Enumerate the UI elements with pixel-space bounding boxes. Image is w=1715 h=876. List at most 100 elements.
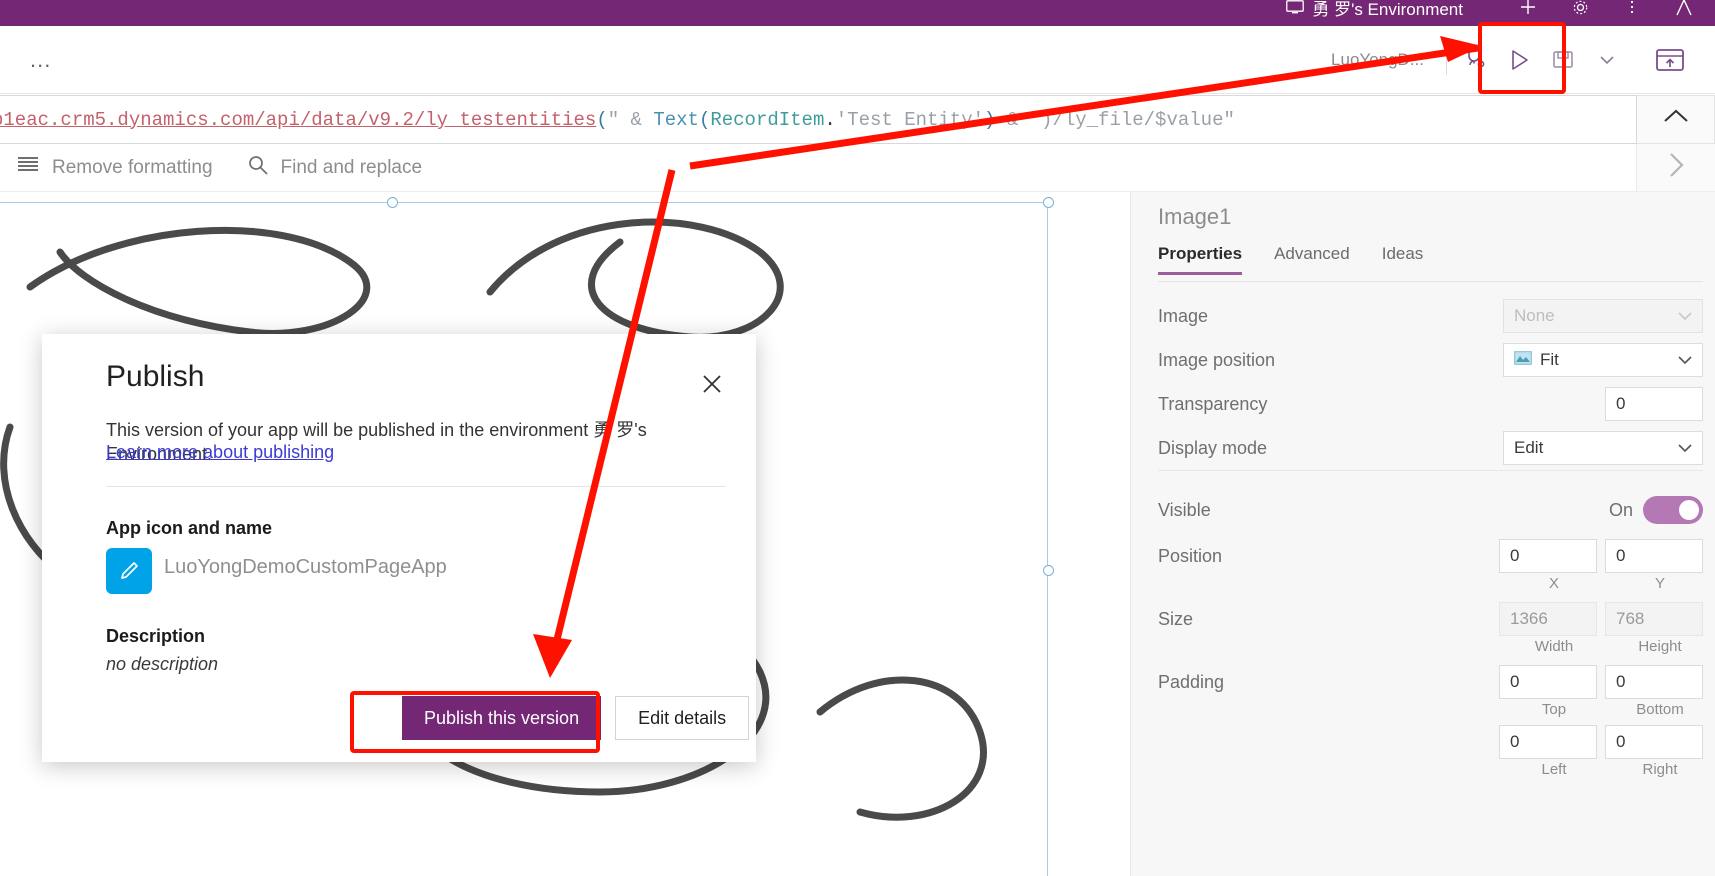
format-toolbar-items: Remove formatting Find and replace: [0, 144, 1637, 191]
padding-top-caption: Top: [1541, 701, 1567, 718]
padding-bottom-input[interactable]: 0: [1605, 665, 1703, 699]
size-width-input[interactable]: 1366: [1499, 602, 1597, 636]
property-control-size: 1366 768: [1373, 602, 1703, 636]
command-bar: ... LuoYongD...: [0, 26, 1715, 94]
learn-more-link[interactable]: Learn more about publishing: [106, 442, 334, 463]
tab-ideas[interactable]: Ideas: [1382, 244, 1424, 274]
formula-tail-token: ")/ly_file/$value": [1029, 108, 1235, 131]
property-row-transparency: Transparency 0: [1158, 382, 1703, 426]
save-icon[interactable]: [1541, 38, 1585, 82]
properties-tabs: Properties Advanced Ideas: [1158, 244, 1703, 282]
property-control-display-mode: Edit: [1373, 431, 1703, 465]
property-row-position: Position 0 0: [1158, 534, 1703, 578]
size-height-input[interactable]: 768: [1605, 602, 1703, 636]
publish-dialog: Publish This version of your app will be…: [42, 334, 756, 762]
formula-expand-button[interactable]: [1637, 144, 1715, 191]
description-label: Description: [106, 626, 206, 646]
environment-bar: 勇 罗's Environment: [0, 0, 1715, 26]
publish-toolbar-button[interactable]: [1633, 30, 1707, 90]
padding-top-bottom-inputs: 0 0: [1499, 665, 1703, 699]
help-icon[interactable]: [1615, 0, 1649, 20]
publish-this-version-button[interactable]: Publish this version: [402, 696, 602, 740]
properties-pane-inner: Image1 Properties Advanced Ideas Image N…: [1144, 192, 1715, 876]
remove-formatting-button[interactable]: Remove formatting: [16, 155, 213, 181]
formula-bar-row: b1eac.crm5.dynamics.com/api/data/v9.2/ly…: [0, 95, 1715, 144]
user-name-label: LuoYongD...: [1331, 49, 1424, 69]
property-control-image-position: Fit: [1373, 343, 1703, 377]
image-icon: [1514, 350, 1532, 370]
formula-record-token: RecordItem: [710, 108, 825, 131]
toggle-knob: [1679, 500, 1699, 520]
size-height-caption: Height: [1638, 638, 1682, 655]
display-mode-value: Edit: [1514, 438, 1544, 457]
formula-collapse-button[interactable]: [1637, 95, 1715, 144]
size-width-caption: Width: [1534, 638, 1574, 655]
property-label-display-mode: Display mode: [1158, 437, 1268, 458]
app-root: 勇 罗's Environment ... LuoYongD... b1eac.…: [0, 0, 1715, 876]
formula-dot: .: [824, 108, 836, 131]
padding-left-input[interactable]: 0: [1499, 725, 1597, 759]
description-value: no description: [106, 654, 219, 674]
property-control-padding-lr: 0 0: [1373, 725, 1703, 759]
close-icon[interactable]: [692, 364, 732, 404]
position-inputs: 0 0: [1499, 539, 1703, 573]
app-icon-name-label: App icon and name: [106, 518, 273, 538]
dialog-button-row: Publish this version Edit details: [402, 696, 750, 740]
image-position-select[interactable]: Fit: [1503, 343, 1703, 377]
properties-pane: Image1 Properties Advanced Ideas Image N…: [1130, 192, 1715, 876]
formula-ampersand: &: [995, 108, 1030, 131]
property-row-padding: Padding 0 0: [1158, 660, 1703, 704]
chevron-down-icon[interactable]: [1585, 38, 1629, 82]
publish-dialog-title: Publish: [106, 360, 205, 393]
find-and-replace-label: Find and replace: [280, 156, 423, 178]
property-label-visible: Visible: [1158, 499, 1211, 520]
image-select[interactable]: None: [1503, 299, 1703, 333]
environment-indicator[interactable]: 勇 罗's Environment: [1286, 0, 1463, 20]
plus-icon[interactable]: [1511, 0, 1545, 20]
position-y-input[interactable]: 0: [1605, 539, 1703, 573]
account-icon[interactable]: [1667, 0, 1701, 20]
property-label-transparency: Transparency: [1158, 393, 1268, 414]
search-icon: [247, 154, 269, 182]
chevron-down-icon: [1678, 350, 1692, 370]
property-row-image: Image None: [1158, 294, 1703, 338]
app-name-label: LuoYongDemoCustomPageApp: [164, 556, 447, 578]
play-preview-icon[interactable]: [1497, 38, 1541, 82]
settings-gear-icon[interactable]: [1563, 0, 1597, 20]
chevron-down-icon: [1678, 306, 1692, 326]
monitor-icon: [1286, 0, 1305, 14]
display-mode-select[interactable]: Edit: [1503, 431, 1703, 465]
stethoscope-app-checker-icon[interactable]: [1453, 38, 1497, 82]
property-control-padding: 0 0: [1373, 665, 1703, 699]
property-label-image: Image: [1158, 305, 1209, 326]
remove-formatting-icon: [16, 155, 40, 181]
formula-open-paren: (: [596, 108, 608, 131]
selected-control-name: Image1: [1158, 204, 1232, 229]
overflow-menu-button[interactable]: ...: [22, 48, 59, 71]
visible-toggle-wrap: On: [1609, 496, 1703, 524]
formula-property-token: 'Test Entity': [835, 108, 985, 131]
padding-top-input[interactable]: 0: [1499, 665, 1597, 699]
position-y-caption: Y: [1654, 575, 1665, 592]
property-label-position: Position: [1158, 545, 1223, 566]
padding-left-caption: Left: [1541, 761, 1567, 778]
visible-toggle[interactable]: [1643, 496, 1703, 524]
formula-input[interactable]: b1eac.crm5.dynamics.com/api/data/v9.2/ly…: [0, 95, 1637, 144]
padding-right-caption: Right: [1642, 761, 1678, 778]
padding-right-input[interactable]: 0: [1605, 725, 1703, 759]
formula-text: b1eac.crm5.dynamics.com/api/data/v9.2/ly…: [0, 109, 1235, 131]
property-label-size: Size: [1158, 608, 1194, 629]
tab-properties[interactable]: Properties: [1158, 244, 1243, 275]
command-bar-divider: [1446, 44, 1447, 75]
property-control-image: None: [1373, 299, 1703, 333]
property-row-image-position: Image position Fit: [1158, 338, 1703, 382]
tab-advanced[interactable]: Advanced: [1274, 244, 1350, 274]
position-x-input[interactable]: 0: [1499, 539, 1597, 573]
visible-toggle-state: On: [1608, 499, 1633, 520]
position-x-caption: X: [1548, 575, 1559, 592]
edit-details-button[interactable]: Edit details: [615, 696, 750, 740]
transparency-input[interactable]: 0: [1605, 387, 1703, 421]
find-and-replace-button[interactable]: Find and replace: [247, 154, 423, 182]
chevron-right-icon: [1663, 150, 1689, 185]
size-inputs: 1366 768: [1499, 602, 1703, 636]
